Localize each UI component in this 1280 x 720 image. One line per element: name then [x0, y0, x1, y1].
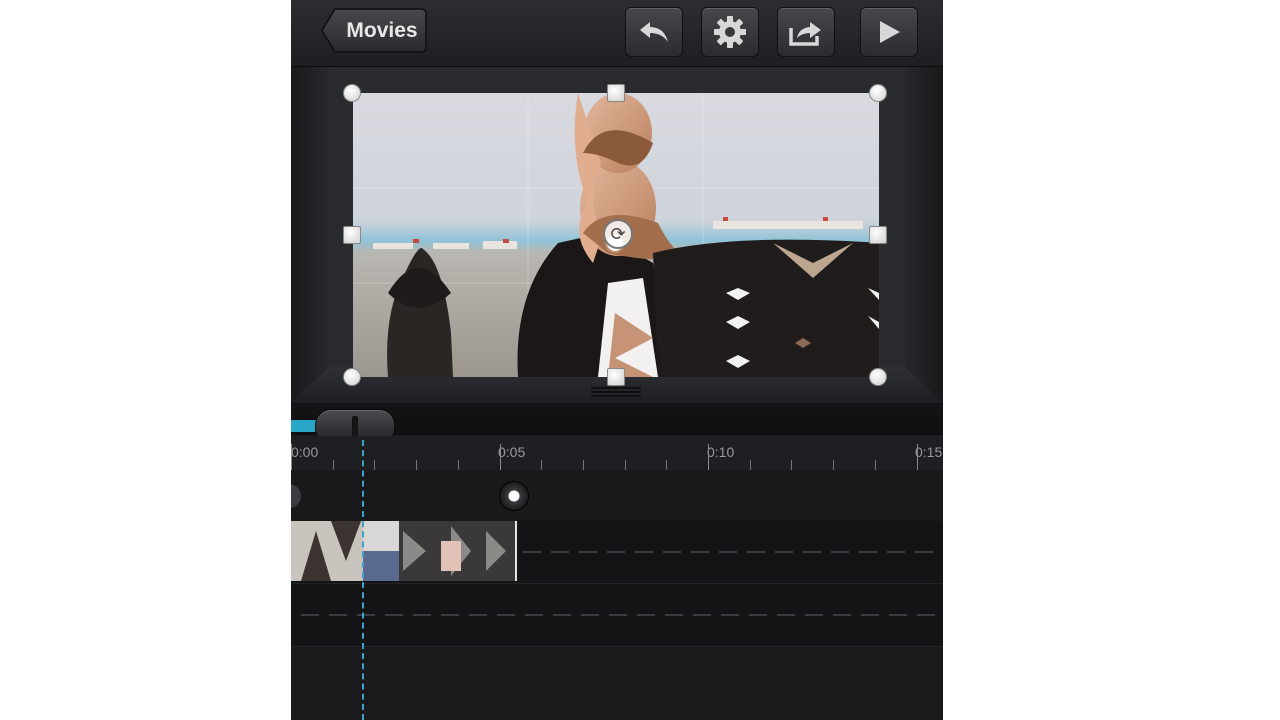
ruler-tick [666, 460, 667, 470]
audio-track [291, 584, 943, 647]
empty-audio-dashes [301, 614, 943, 616]
keyframe-marker-start[interactable] [291, 484, 301, 508]
playhead-line [362, 440, 364, 720]
ruler-tick [333, 460, 334, 470]
ruler-label-15: 0:15 [915, 444, 943, 460]
empty-track-dashes [523, 551, 943, 553]
time-ruler: 0:00 0:05 0:10 0:15 [291, 436, 943, 470]
ruler-tick [791, 460, 792, 470]
resize-grip-icon[interactable] [591, 385, 641, 397]
ruler-tick [625, 460, 626, 470]
ruler-tick [833, 460, 834, 470]
top-toolbar: Movies [291, 0, 943, 67]
stage-wall-left [291, 67, 329, 402]
empty-track-area [291, 647, 943, 720]
ruler-tick [750, 460, 751, 470]
ruler-label-10: 0:10 [707, 444, 735, 460]
resize-handle-bottom-left[interactable] [343, 368, 361, 386]
settings-button[interactable] [701, 7, 759, 57]
video-track [291, 521, 943, 584]
timeline-scrubber[interactable] [291, 409, 943, 445]
back-button[interactable]: Movies [321, 8, 427, 53]
play-icon [880, 21, 900, 43]
video-editor-app: Movies ⟳ 0:00 0:05 0:10 0:15 [291, 0, 943, 720]
ruler-tick [875, 460, 876, 470]
resize-handle-left[interactable] [343, 226, 361, 244]
ruler-label-5: 0:05 [498, 444, 526, 460]
back-button-label: Movies [346, 19, 418, 42]
ruler-tick [291, 444, 292, 470]
resize-handle-right[interactable] [869, 226, 887, 244]
undo-icon [640, 22, 668, 42]
ruler-tick [708, 444, 709, 470]
play-button[interactable] [860, 7, 918, 57]
ruler-label-0: 0:00 [291, 444, 319, 460]
keyframe-track [291, 470, 943, 522]
ruler-tick [917, 444, 918, 470]
gear-icon [714, 16, 746, 48]
rotate-handle-icon[interactable]: ⟳ [603, 219, 633, 249]
undo-button[interactable] [625, 7, 683, 57]
resize-handle-top[interactable] [607, 84, 625, 102]
share-icon [789, 22, 821, 46]
resize-handle-top-left[interactable] [343, 84, 361, 102]
ruler-tick [583, 460, 584, 470]
video-clip[interactable] [291, 521, 517, 581]
ruler-tick [374, 460, 375, 470]
resize-handle-top-right[interactable] [869, 84, 887, 102]
stage-wall-right [905, 67, 943, 402]
ruler-tick [500, 444, 501, 470]
preview-stage: ⟳ [291, 67, 943, 417]
ruler-tick [416, 460, 417, 470]
ruler-tick [541, 460, 542, 470]
resize-handle-bottom-right[interactable] [869, 368, 887, 386]
clip-thumbnails [291, 521, 515, 581]
ruler-tick [458, 460, 459, 470]
share-button[interactable] [777, 7, 835, 57]
resize-handle-bottom[interactable] [607, 368, 625, 386]
keyframe-marker[interactable] [500, 482, 528, 510]
